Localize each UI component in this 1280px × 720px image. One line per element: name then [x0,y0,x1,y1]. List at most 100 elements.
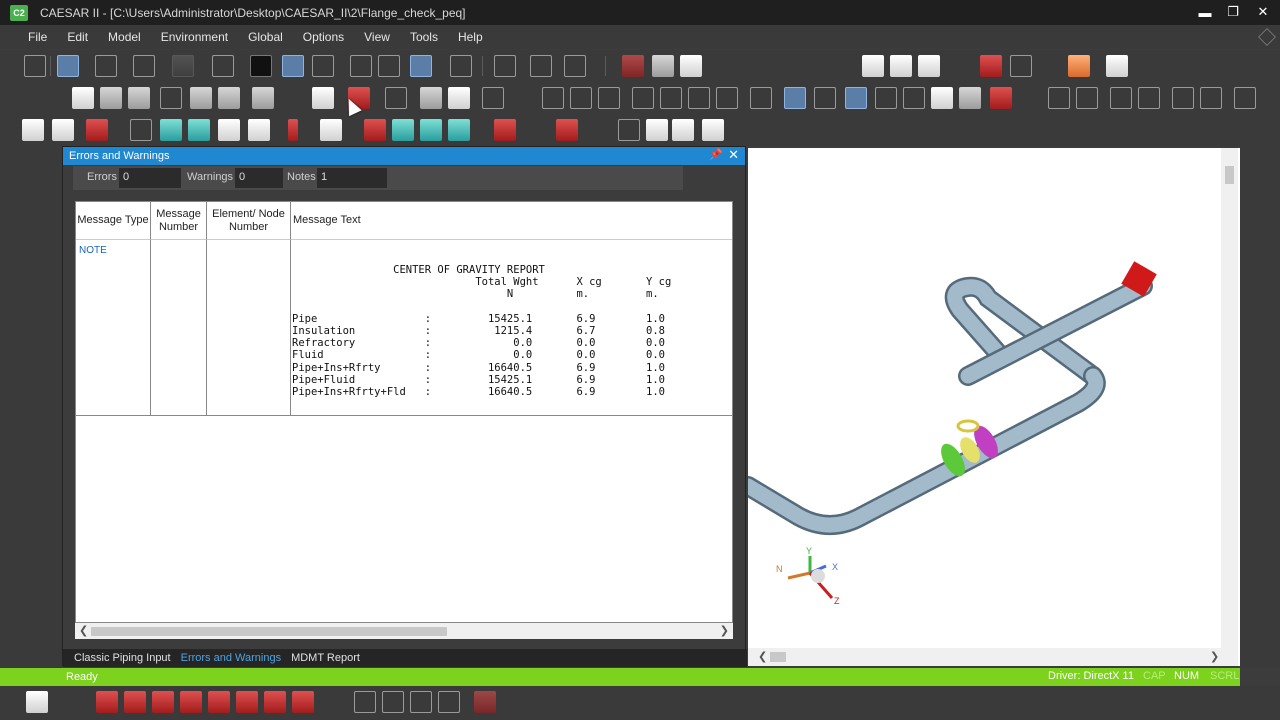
view-left-icon[interactable] [1172,87,1194,109]
menu-file[interactable]: File [18,30,57,44]
graph-icon[interactable] [1010,55,1032,77]
reducer-icon[interactable] [450,55,472,77]
flange-icon[interactable] [250,55,272,77]
tab-classic-piping-input[interactable]: Classic Piping Input [69,652,176,664]
restraint-node-icon[interactable] [160,119,182,141]
paste-icon[interactable] [218,87,240,109]
step-icon[interactable] [6,324,28,344]
flow-icon[interactable] [1247,244,1271,264]
panel-icon[interactable] [1247,332,1271,352]
box-icon[interactable] [36,312,58,332]
arrow-right-icon[interactable] [6,296,28,316]
open-file-icon[interactable] [100,87,122,109]
viewport-horizontal-scrollbar[interactable]: ❮ ❯ [748,648,1238,666]
tee-icon[interactable] [378,55,400,77]
message-type-cell[interactable]: NOTE [79,245,107,256]
new-file-icon[interactable] [72,87,94,109]
gauge-icon[interactable] [320,119,342,141]
rotate-icon[interactable] [632,87,654,109]
cut-icon[interactable] [160,87,182,109]
viewport-scroll-thumb[interactable] [1225,166,1234,184]
elbow-icon[interactable] [1247,160,1271,180]
monitor-icon[interactable] [52,119,74,141]
menu-options[interactable]: Options [293,30,354,44]
dots-icon[interactable] [6,350,28,370]
view-right-icon[interactable] [1200,87,1222,109]
report-red-icon[interactable] [36,648,58,668]
viewport-hscroll-thumb[interactable] [770,652,786,662]
split-icon[interactable] [750,87,772,109]
viewport-scroll-left-icon[interactable]: ❮ [758,650,767,663]
ruler-icon[interactable] [494,55,516,77]
copy-icon[interactable] [190,87,212,109]
bracket-icon[interactable] [6,378,28,398]
expansion-icon[interactable] [1247,188,1271,208]
vertical-pipe-icon[interactable] [130,119,152,141]
table-icon[interactable] [218,119,240,141]
force-icon[interactable] [494,119,516,141]
ruler-v-icon[interactable] [36,366,58,386]
arrow-left-icon[interactable] [6,238,28,258]
volume-icon[interactable] [845,87,867,109]
ground-icon[interactable] [1247,608,1271,628]
menu-tools[interactable]: Tools [400,30,448,44]
wind-icon[interactable] [420,119,442,141]
pit-icon[interactable] [1068,55,1090,77]
print-icon[interactable] [252,87,274,109]
bend-icon[interactable] [350,55,372,77]
rho-icon[interactable] [264,691,286,713]
input-icon[interactable] [22,119,44,141]
col-message-number[interactable]: Message Number [151,202,207,240]
maximize-button[interactable]: ❐ [1218,2,1248,22]
piping-model[interactable]: Y X N Z [738,148,1240,666]
pen-icon[interactable] [1247,640,1271,660]
node-numbers-icon[interactable] [618,119,640,141]
view-front-icon[interactable] [1048,87,1070,109]
e-icon[interactable] [236,691,258,713]
eraser-icon[interactable] [622,55,644,77]
zoom-window-icon[interactable] [542,87,564,109]
wireframe-icon[interactable] [875,87,897,109]
wave-red-icon[interactable] [292,691,314,713]
binoculars-icon[interactable] [564,55,586,77]
download-icon[interactable] [1247,424,1271,444]
load-case-icon[interactable] [862,55,884,77]
select-icon[interactable] [784,87,806,109]
document-icon[interactable] [26,691,48,713]
triangle-red-icon[interactable] [124,691,146,713]
viewport-scroll-right-icon[interactable]: ❯ [1210,650,1219,663]
anchor-red-icon[interactable] [364,119,386,141]
thermometer-icon[interactable] [288,119,298,141]
hanger-icon[interactable] [95,55,117,77]
menu-environment[interactable]: Environment [151,30,238,44]
close-button[interactable]: ✕ [1248,2,1278,22]
angle-icon[interactable] [1247,388,1271,408]
letter-a-icon[interactable] [36,452,58,472]
tab-mdmt-report[interactable]: MDMT Report [286,652,365,664]
move-icon[interactable] [688,87,710,109]
dimension-icon[interactable] [482,87,504,109]
shaded-icon[interactable] [959,87,981,109]
solid-icon[interactable] [931,87,953,109]
hammer-icon[interactable] [680,55,702,77]
grid-icon[interactable] [24,55,46,77]
pencil-3-icon[interactable] [410,691,432,713]
support-icon[interactable] [212,55,234,77]
soil-icon[interactable] [248,119,270,141]
doc-red-icon[interactable] [36,480,58,500]
refresh-icon[interactable] [6,186,28,206]
split-node-icon[interactable] [36,250,58,270]
elbow-red-icon[interactable] [36,562,58,582]
select-alt-icon[interactable] [814,87,836,109]
dynamic-icon[interactable] [980,55,1002,77]
pump-icon[interactable] [188,119,210,141]
list-icon[interactable] [312,87,334,109]
scroll-left-icon[interactable]: ❮ [79,624,88,637]
tool-red-icon[interactable] [474,691,496,713]
globe-icon[interactable] [36,282,58,302]
col-element-node[interactable]: Element/ Node Number [207,202,291,240]
valve-db-icon[interactable] [96,691,118,713]
lift-icon[interactable] [36,508,58,528]
triangle-up-icon[interactable] [1247,304,1271,324]
nozzle-icon[interactable] [133,55,155,77]
